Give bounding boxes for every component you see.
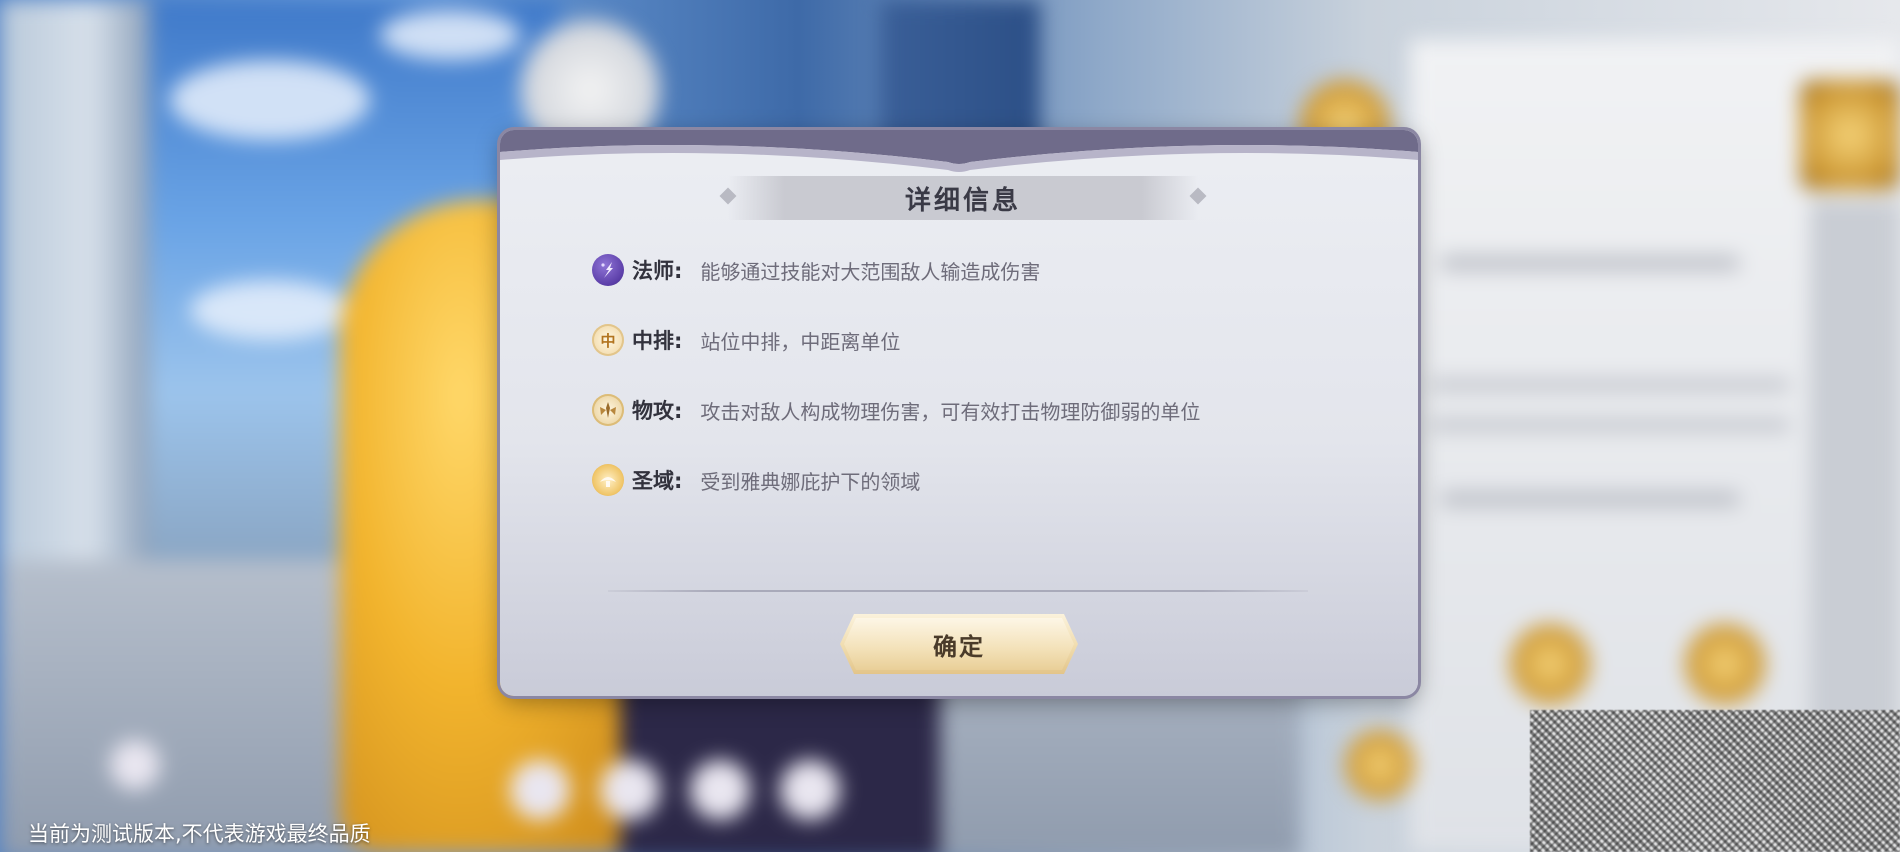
detail-info-dialog: 详细信息 法师: 能够通过技能对大范围敌人输造成伤害 中 中排: 站位中排，中距: [500, 130, 1418, 696]
info-description: 攻击对敌人构成物理伤害，可有效打击物理防御弱的单位: [700, 399, 1201, 424]
info-row-middle: 中 中排: 站位中排，中距离单位: [592, 322, 1352, 358]
info-list: 法师: 能够通过技能对大范围敌人输造成伤害 中 中排: 站位中排，中距离单位 物…: [592, 252, 1352, 532]
confirm-button[interactable]: 确定: [840, 614, 1078, 674]
confirm-button-label: 确定: [933, 631, 985, 661]
middle-row-glyph: 中: [600, 331, 616, 350]
dialog-title-banner: 详细信息: [728, 176, 1198, 220]
dialog-header-ornament: [500, 130, 1418, 172]
middle-row-icon: 中: [592, 324, 624, 356]
physical-attack-icon: [592, 394, 624, 426]
dialog-divider: [608, 590, 1308, 592]
pixelated-watermark: [1530, 710, 1900, 852]
info-description: 受到雅典娜庇护下的领域: [700, 469, 921, 494]
info-description: 能够通过技能对大范围敌人输造成伤害: [700, 259, 1041, 284]
info-label: 法师:: [632, 259, 683, 283]
test-version-disclaimer: 当前为测试版本,不代表游戏最终品质: [28, 822, 371, 846]
info-row-mage: 法师: 能够通过技能对大范围敌人输造成伤害: [592, 252, 1352, 288]
info-row-physical-attack: 物攻: 攻击对敌人构成物理伤害，可有效打击物理防御弱的单位: [592, 392, 1352, 428]
dialog-title: 详细信息: [904, 185, 1021, 216]
info-label: 圣域:: [632, 469, 683, 493]
info-row-sanctuary: 圣域: 受到雅典娜庇护下的领域: [592, 462, 1352, 498]
sanctuary-icon: [592, 464, 624, 496]
info-description: 站位中排，中距离单位: [700, 329, 901, 354]
info-label: 物攻:: [632, 399, 683, 423]
info-label: 中排:: [632, 329, 683, 353]
mage-class-icon: [592, 254, 624, 286]
game-screen: 详细信息 法师: 能够通过技能对大范围敌人输造成伤害 中 中排: 站位中排，中距: [0, 0, 1900, 852]
